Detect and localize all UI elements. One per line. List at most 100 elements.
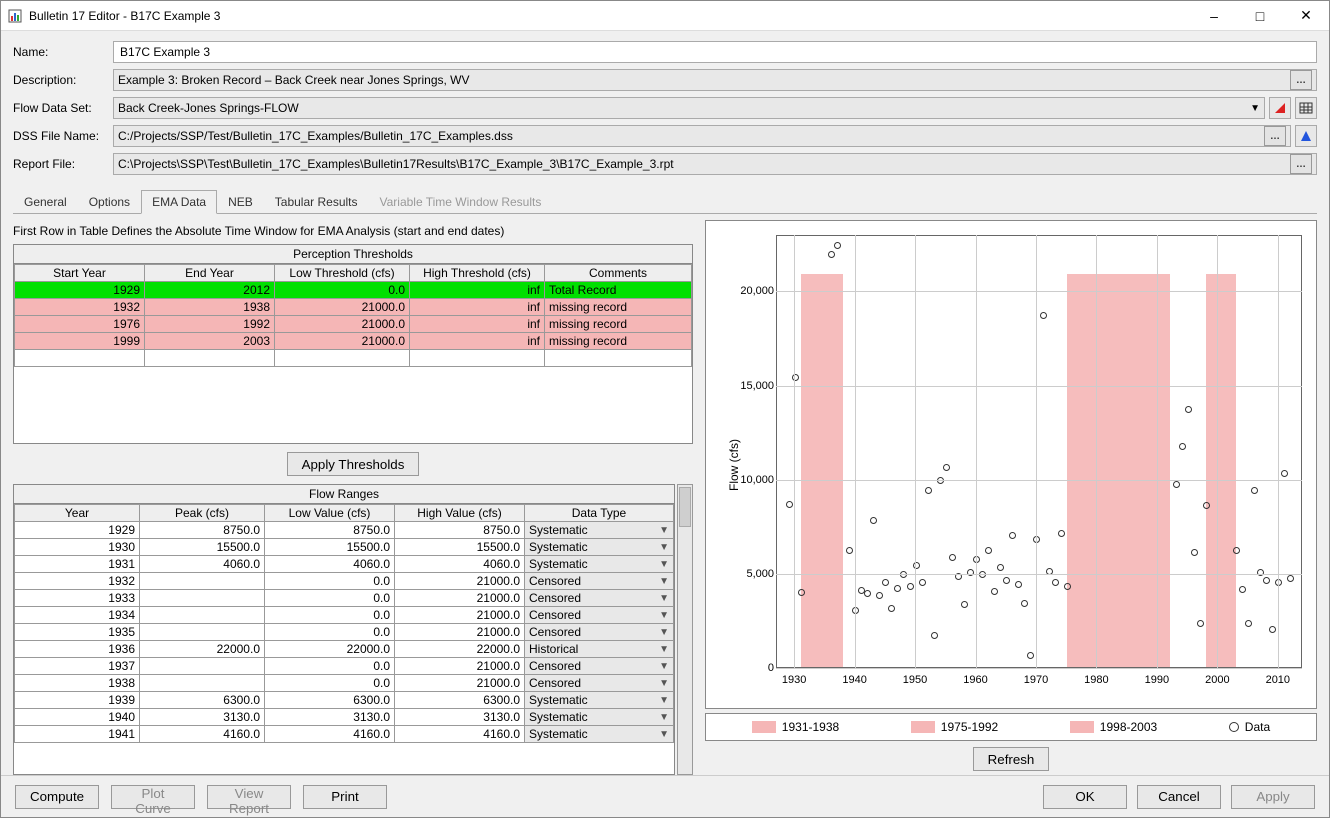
name-input[interactable] <box>118 44 1312 60</box>
missing-record-band <box>1067 274 1170 667</box>
dssfile-value: C:/Projects/SSP/Test/Bulletin_17C_Exampl… <box>118 129 513 143</box>
plot-red-icon-button[interactable] <box>1269 97 1291 119</box>
data-point <box>1203 502 1210 509</box>
data-point <box>1287 575 1294 582</box>
table-row[interactable]: 19340.021000.0Censored▼ <box>15 607 674 624</box>
data-point <box>943 464 950 471</box>
flow-ranges-grid: Flow Ranges Year Peak (cfs) Low Value (c… <box>13 484 675 775</box>
apply-thresholds-button[interactable]: Apply Thresholds <box>287 452 420 476</box>
data-point <box>834 242 841 249</box>
data-point <box>919 579 926 586</box>
close-button[interactable]: ✕ <box>1283 1 1329 31</box>
x-tick-label: 2010 <box>1266 674 1290 686</box>
data-point <box>907 583 914 590</box>
minimize-button[interactable]: – <box>1191 1 1237 31</box>
maximize-button[interactable]: □ <box>1237 1 1283 31</box>
plot-curve-button: Plot Curve <box>111 785 195 809</box>
tab-neb[interactable]: NEB <box>217 190 264 214</box>
table-row[interactable]: 19330.021000.0Censored▼ <box>15 590 674 607</box>
data-point <box>888 605 895 612</box>
description-value: Example 3: Broken Record – Back Creek ne… <box>118 73 470 87</box>
table-row[interactable]: 19350.021000.0Censored▼ <box>15 624 674 641</box>
print-button[interactable]: Print <box>303 785 387 809</box>
tab-general[interactable]: General <box>13 190 78 214</box>
table-row[interactable]: 1976199221000.0infmissing record <box>15 316 692 333</box>
legend-band-icon <box>1070 721 1094 733</box>
data-point <box>1197 620 1204 627</box>
data-point <box>1003 577 1010 584</box>
data-point <box>1015 581 1022 588</box>
table-row[interactable]: 19370.021000.0Censored▼ <box>15 658 674 675</box>
data-type-dropdown[interactable]: Systematic▼ <box>529 693 669 707</box>
compute-button[interactable]: Compute <box>15 785 99 809</box>
chevron-down-icon: ▼ <box>659 627 669 638</box>
data-point <box>1269 626 1276 633</box>
data-type-dropdown[interactable]: Censored▼ <box>529 574 669 588</box>
table-row[interactable]: 193015500.015500.015500.0Systematic▼ <box>15 539 674 556</box>
table-row[interactable]: 19396300.06300.06300.0Systematic▼ <box>15 692 674 709</box>
flowdataset-dropdown[interactable]: Back Creek-Jones Springs-FLOW ▼ <box>113 97 1265 119</box>
ok-button[interactable]: OK <box>1043 785 1127 809</box>
chevron-down-icon: ▼ <box>659 678 669 689</box>
table-row[interactable] <box>15 350 692 367</box>
table-row[interactable]: 193622000.022000.022000.0Historical▼ <box>15 641 674 658</box>
data-point <box>949 554 956 561</box>
tab-options[interactable]: Options <box>78 190 141 214</box>
data-type-dropdown[interactable]: Systematic▼ <box>529 523 669 537</box>
col-low-threshold: Low Threshold (cfs) <box>275 265 410 282</box>
data-point <box>1191 549 1198 556</box>
table-row[interactable]: 192920120.0infTotal Record <box>15 282 692 299</box>
cancel-button[interactable]: Cancel <box>1137 785 1221 809</box>
data-point <box>1009 532 1016 539</box>
x-tick-label: 1960 <box>963 674 987 686</box>
table-row[interactable]: 1999200321000.0infmissing record <box>15 333 692 350</box>
x-tick-label: 1970 <box>1024 674 1048 686</box>
data-point <box>991 588 998 595</box>
data-type-dropdown[interactable]: Censored▼ <box>529 608 669 622</box>
data-type-dropdown[interactable]: Systematic▼ <box>529 710 669 724</box>
data-type-dropdown[interactable]: Censored▼ <box>529 591 669 605</box>
table-row[interactable]: 19314060.04060.04060.0Systematic▼ <box>15 556 674 573</box>
data-type-dropdown[interactable]: Historical▼ <box>529 642 669 656</box>
tab-ema-data[interactable]: EMA Data <box>141 190 217 214</box>
data-point <box>925 487 932 494</box>
dssfile-ellipsis-button[interactable]: … <box>1264 126 1286 146</box>
data-type-dropdown[interactable]: Censored▼ <box>529 625 669 639</box>
col-year: Year <box>15 505 140 522</box>
refresh-button[interactable]: Refresh <box>973 747 1050 771</box>
data-type-dropdown[interactable]: Systematic▼ <box>529 540 669 554</box>
data-point <box>973 556 980 563</box>
reportfile-ellipsis-button[interactable]: … <box>1290 154 1312 174</box>
plot-blue-icon-button[interactable] <box>1295 125 1317 147</box>
data-point <box>1027 652 1034 659</box>
data-type-dropdown[interactable]: Systematic▼ <box>529 727 669 741</box>
table-row[interactable]: 1932193821000.0infmissing record <box>15 299 692 316</box>
data-type-dropdown[interactable]: Censored▼ <box>529 676 669 690</box>
col-high-threshold: High Threshold (cfs) <box>410 265 545 282</box>
chevron-down-icon: ▼ <box>659 729 669 740</box>
data-type-dropdown[interactable]: Censored▼ <box>529 659 669 673</box>
col-high-value: High Value (cfs) <box>395 505 525 522</box>
table-row[interactable]: 19403130.03130.03130.0Systematic▼ <box>15 709 674 726</box>
col-start-year: Start Year <box>15 265 145 282</box>
y-tick-label: 5,000 <box>724 568 774 580</box>
table-row[interactable]: 19414160.04160.04160.0Systematic▼ <box>15 726 674 743</box>
app-window: Bulletin 17 Editor - B17C Example 3 – □ … <box>0 0 1330 818</box>
data-type-dropdown[interactable]: Systematic▼ <box>529 557 669 571</box>
col-comments: Comments <box>545 265 692 282</box>
flowdataset-label: Flow Data Set: <box>13 101 113 115</box>
table-row[interactable]: 19298750.08750.08750.0Systematic▼ <box>15 522 674 539</box>
flow-scrollbar[interactable] <box>677 484 693 775</box>
table-row[interactable]: 19380.021000.0Censored▼ <box>15 675 674 692</box>
table-icon-button[interactable] <box>1295 97 1317 119</box>
titlebar: Bulletin 17 Editor - B17C Example 3 – □ … <box>1 1 1329 31</box>
chevron-down-icon: ▼ <box>659 712 669 723</box>
description-label: Description: <box>13 73 113 87</box>
data-point <box>1245 620 1252 627</box>
description-ellipsis-button[interactable]: … <box>1290 70 1312 90</box>
data-point <box>1275 579 1282 586</box>
table-row[interactable]: 19320.021000.0Censored▼ <box>15 573 674 590</box>
data-point <box>870 517 877 524</box>
data-point <box>1185 406 1192 413</box>
tab-tabular-results[interactable]: Tabular Results <box>264 190 369 214</box>
